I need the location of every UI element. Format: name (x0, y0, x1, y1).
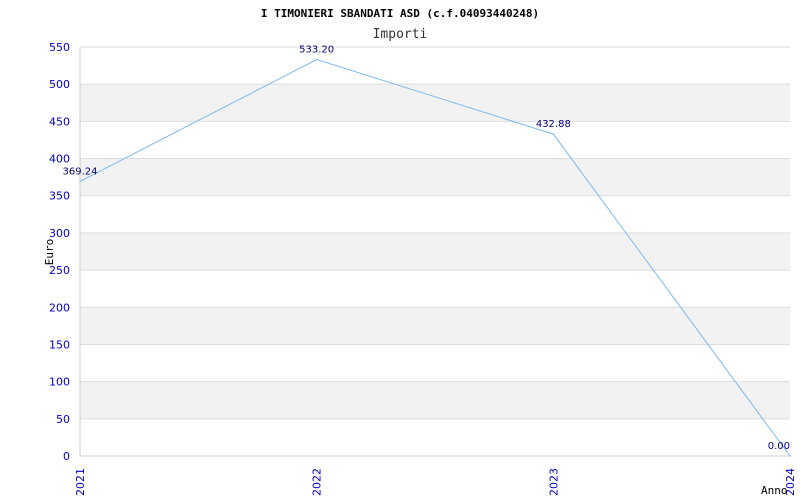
data-label: 432.88 (536, 119, 571, 130)
data-label: 0.00 (768, 441, 790, 452)
y-tick-label: 450 (49, 115, 70, 128)
x-tick-label: 2022 (311, 468, 324, 496)
chart-subtitle: Importi (373, 27, 428, 42)
grid-band (80, 158, 790, 196)
y-tick-label: 300 (49, 227, 70, 240)
y-tick-label: 400 (49, 153, 70, 166)
grid-band (80, 307, 790, 345)
data-point (789, 455, 791, 457)
x-tick-labels: 2021 2022 2023 2024 (74, 468, 797, 496)
y-tick-label: 100 (49, 376, 70, 389)
grid-band (80, 381, 790, 419)
y-tick-label: 150 (49, 338, 70, 351)
data-label: 369.24 (63, 166, 98, 177)
grid-bands (80, 84, 790, 419)
grid-band (80, 84, 790, 122)
x-axis-label: Anno (761, 484, 788, 497)
x-tick-label: 2021 (74, 468, 87, 496)
y-tick-label: 550 (49, 41, 70, 54)
data-label: 533.20 (299, 44, 334, 55)
data-point (552, 133, 555, 135)
line-chart: I TIMONIERI SBANDATI ASD (c.f.0409344024… (43, 7, 797, 497)
data-point (315, 58, 318, 61)
chart-title: I TIMONIERI SBANDATI ASD (c.f.0409344024… (261, 7, 539, 20)
x-tick-label: 2023 (547, 468, 560, 496)
y-axis-label: Euro (43, 239, 56, 266)
data-point (79, 180, 81, 183)
y-tick-label: 200 (49, 301, 70, 314)
y-tick-label: 50 (56, 413, 70, 426)
y-tick-label: 500 (49, 78, 70, 91)
y-tick-label: 0 (63, 450, 70, 463)
y-tick-label: 350 (49, 190, 70, 203)
grid-band (80, 232, 790, 271)
